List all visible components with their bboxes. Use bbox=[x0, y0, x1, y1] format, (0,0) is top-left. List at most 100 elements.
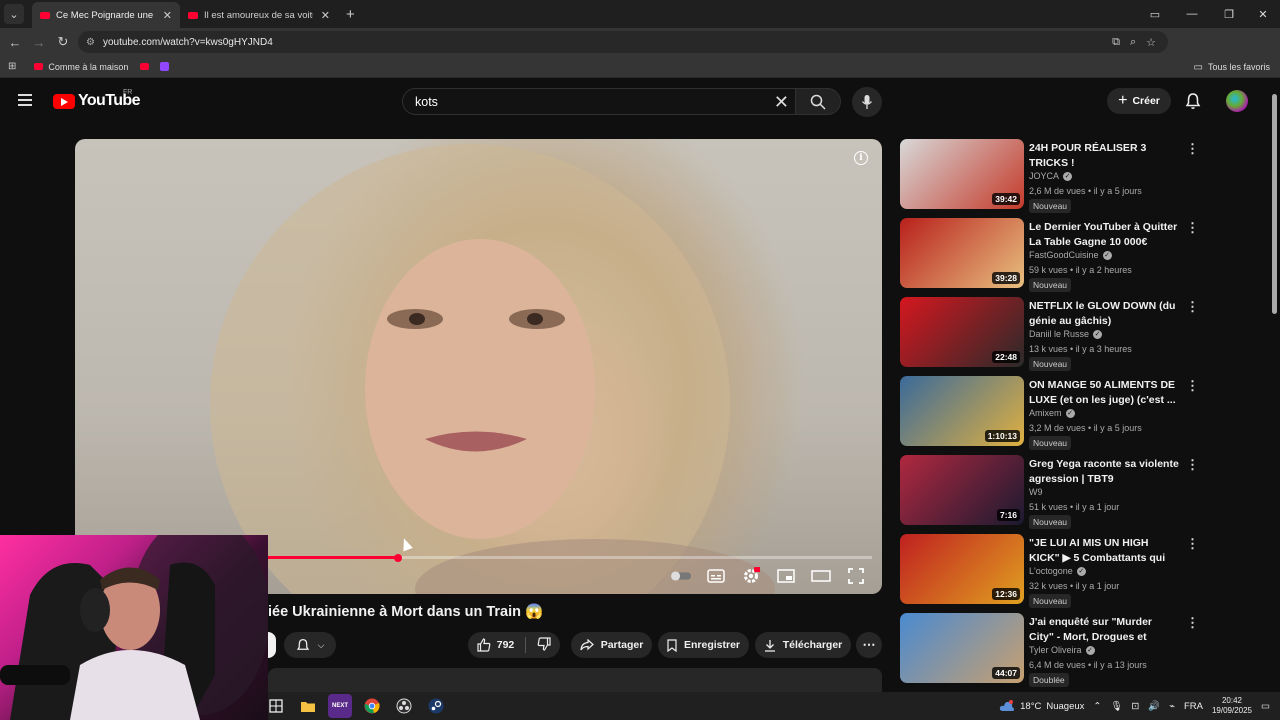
recommended-video-title[interactable]: "JE LUI AI MIS UN HIGH KICK" ▶ 5 Combatt… bbox=[1029, 536, 1179, 565]
bookmark-item[interactable]: Comme à la maison bbox=[34, 62, 128, 72]
more-vertical-icon[interactable]: ⋮ bbox=[1186, 378, 1199, 394]
subscribe-button[interactable] bbox=[268, 632, 276, 658]
taskbar-files-button[interactable] bbox=[264, 694, 288, 718]
clock[interactable]: 20:42 19/09/2025 bbox=[1212, 696, 1252, 716]
microphone-tray-icon[interactable]: 🎙 bbox=[1110, 701, 1122, 712]
channel-name[interactable]: L'octogone ✓ bbox=[1029, 566, 1086, 576]
voice-search-button[interactable] bbox=[852, 87, 882, 117]
zoom-icon[interactable]: ⌕ bbox=[1130, 36, 1136, 49]
create-button[interactable]: + Créer bbox=[1107, 88, 1171, 114]
page-scrollbar[interactable] bbox=[1270, 90, 1278, 690]
tab-inactive[interactable]: Il est amoureux de sa voiture ! ✕ bbox=[180, 2, 338, 28]
account-avatar[interactable] bbox=[1226, 90, 1248, 112]
omnibox[interactable]: ⚙ youtube.com/watch?v=kws0gHYJND4 ⧉ ⌕ ☆ bbox=[78, 31, 1168, 53]
tab-search-button[interactable]: ⌄ bbox=[4, 4, 24, 24]
bookmark-star-icon[interactable]: ☆ bbox=[1146, 36, 1156, 49]
share-button[interactable]: Partager bbox=[571, 632, 652, 658]
video-thumbnail[interactable]: 39:42 bbox=[900, 139, 1024, 209]
recommended-video-title[interactable]: NETFLIX le GLOW DOWN (du génie au gâchis… bbox=[1029, 299, 1179, 328]
subtitles-button[interactable] bbox=[706, 568, 726, 584]
bookmark-youtube[interactable] bbox=[140, 63, 154, 70]
notifications-tray-icon[interactable]: ▭ bbox=[1261, 701, 1270, 712]
back-button[interactable]: ← bbox=[3, 35, 27, 50]
channel-name[interactable]: FastGoodCuisine ✓ bbox=[1029, 250, 1112, 260]
like-button[interactable]: 792 bbox=[477, 638, 514, 652]
video-thumbnail[interactable]: 7:16 bbox=[900, 455, 1024, 525]
taskbar-steam-button[interactable] bbox=[424, 694, 448, 718]
video-thumbnail[interactable]: 1:10:13 bbox=[900, 376, 1024, 446]
more-vertical-icon[interactable]: ⋮ bbox=[1186, 536, 1199, 552]
channel-name[interactable]: Daniil le Russe ✓ bbox=[1029, 329, 1103, 339]
more-vertical-icon[interactable]: ⋮ bbox=[1186, 299, 1199, 315]
download-button[interactable]: Télécharger bbox=[755, 632, 851, 658]
youtube-logo[interactable]: YouTube FR bbox=[53, 89, 140, 110]
more-vertical-icon[interactable]: ⋮ bbox=[1186, 141, 1199, 157]
recommended-video-title[interactable]: Le Dernier YouTuber à Quitter La Table G… bbox=[1029, 220, 1179, 249]
taskbar-next-button[interactable]: NEXT bbox=[328, 694, 352, 718]
language-indicator[interactable]: FRA bbox=[1184, 701, 1203, 712]
more-vertical-icon[interactable]: ⋮ bbox=[1186, 615, 1199, 631]
all-bookmarks-button[interactable]: ▭ Tous les favoris bbox=[1194, 56, 1270, 78]
channel-name[interactable]: JOYCA ✓ bbox=[1029, 171, 1073, 181]
network-icon[interactable]: ⊡ bbox=[1131, 701, 1139, 712]
recommended-video[interactable]: 7:16 Greg Yega raconte sa violente agress… bbox=[900, 455, 1200, 529]
channel-name[interactable]: W9 bbox=[1029, 487, 1043, 497]
menu-hamburger-icon[interactable] bbox=[18, 94, 32, 106]
theater-mode-button[interactable] bbox=[811, 568, 831, 584]
taskbar-obs-button[interactable] bbox=[392, 694, 416, 718]
more-vertical-icon[interactable]: ⋮ bbox=[1186, 220, 1199, 236]
video-thumbnail[interactable]: 12:36 bbox=[900, 534, 1024, 604]
notification-preferences-button[interactable]: ⌵ bbox=[284, 632, 336, 658]
tab-strip-icon[interactable]: ▭ bbox=[1138, 8, 1172, 21]
recommended-video[interactable]: 39:42 24H POUR RÉALISER 3 TRICKS ! JOYCA ✓ 2… bbox=[900, 139, 1200, 213]
apps-grid-icon[interactable]: ⊞ bbox=[8, 61, 16, 72]
reload-button[interactable]: ↻ bbox=[51, 34, 75, 50]
taskbar-chrome-button[interactable] bbox=[360, 694, 384, 718]
taskbar-explorer-button[interactable] bbox=[296, 694, 320, 718]
miniplayer-button[interactable] bbox=[776, 568, 796, 584]
more-vertical-icon[interactable]: ⋮ bbox=[1186, 457, 1199, 473]
recommended-video[interactable]: 1:10:13 ON MANGE 50 ALIMENTS DE LUXE (et … bbox=[900, 376, 1200, 450]
video-thumbnail[interactable]: 44:07 bbox=[900, 613, 1024, 683]
restore-button[interactable]: ❐ bbox=[1212, 8, 1246, 21]
notifications-button[interactable] bbox=[1185, 92, 1201, 115]
tray-chevron-up-icon[interactable]: ⌃ bbox=[1093, 701, 1101, 712]
weather-widget[interactable]: 18°C Nuageux bbox=[999, 700, 1084, 712]
new-tab-button[interactable]: + bbox=[346, 6, 355, 23]
save-button[interactable]: Enregistrer bbox=[658, 632, 749, 658]
site-info-icon[interactable]: ⚙ bbox=[86, 37, 95, 48]
search-input[interactable]: kots ✕ bbox=[402, 88, 796, 115]
fullscreen-button[interactable] bbox=[846, 568, 866, 584]
scrollbar-thumb[interactable] bbox=[1272, 94, 1277, 314]
clear-search-icon[interactable]: ✕ bbox=[774, 92, 789, 112]
more-actions-button[interactable]: ⋯ bbox=[856, 632, 882, 658]
tab-active[interactable]: Ce Mec Poignarde une Réfugiée ✕ bbox=[32, 2, 180, 28]
scrubber-handle[interactable] bbox=[394, 554, 402, 562]
recommended-video-title[interactable]: 24H POUR RÉALISER 3 TRICKS ! bbox=[1029, 141, 1179, 170]
recommended-video[interactable]: 39:28 Le Dernier YouTuber à Quitter La Ta… bbox=[900, 218, 1200, 292]
recommended-video-title[interactable]: ON MANGE 50 ALIMENTS DE LUXE (et on les … bbox=[1029, 378, 1179, 407]
forward-button[interactable]: → bbox=[27, 35, 51, 50]
settings-button[interactable] bbox=[741, 567, 761, 584]
cast-icon[interactable]: ⧉ bbox=[1112, 36, 1120, 49]
close-tab-icon[interactable]: ✕ bbox=[163, 9, 172, 22]
autoplay-toggle[interactable] bbox=[671, 568, 691, 584]
minimize-button[interactable]: — bbox=[1172, 8, 1212, 20]
recommended-video[interactable]: 22:48 NETFLIX le GLOW DOWN (du génie au g… bbox=[900, 297, 1200, 371]
bookmark-twitch[interactable] bbox=[160, 62, 170, 71]
recommended-video-title[interactable]: J'ai enquêté sur "Murder City" - Mort, D… bbox=[1029, 615, 1179, 644]
recommended-video[interactable]: 44:07 J'ai enquêté sur "Murder City" - Mo… bbox=[900, 613, 1200, 687]
video-thumbnail[interactable]: 39:28 bbox=[900, 218, 1024, 288]
dislike-button[interactable] bbox=[537, 636, 551, 654]
info-icon[interactable]: i bbox=[854, 151, 868, 165]
close-window-button[interactable]: ✕ bbox=[1246, 8, 1280, 21]
search-button[interactable] bbox=[795, 88, 841, 115]
close-tab-icon[interactable]: ✕ bbox=[321, 9, 330, 22]
video-player[interactable]: i bbox=[75, 139, 882, 594]
usb-icon[interactable]: ⌁ bbox=[1169, 701, 1175, 712]
recommended-video[interactable]: 12:36 "JE LUI AI MIS UN HIGH KICK" ▶ 5 Co… bbox=[900, 534, 1200, 608]
volume-icon[interactable]: 🔊 bbox=[1148, 701, 1160, 712]
video-thumbnail[interactable]: 22:48 bbox=[900, 297, 1024, 367]
channel-name[interactable]: Tyler Oliveira ✓ bbox=[1029, 645, 1095, 655]
channel-name[interactable]: Amixem ✓ bbox=[1029, 408, 1075, 418]
